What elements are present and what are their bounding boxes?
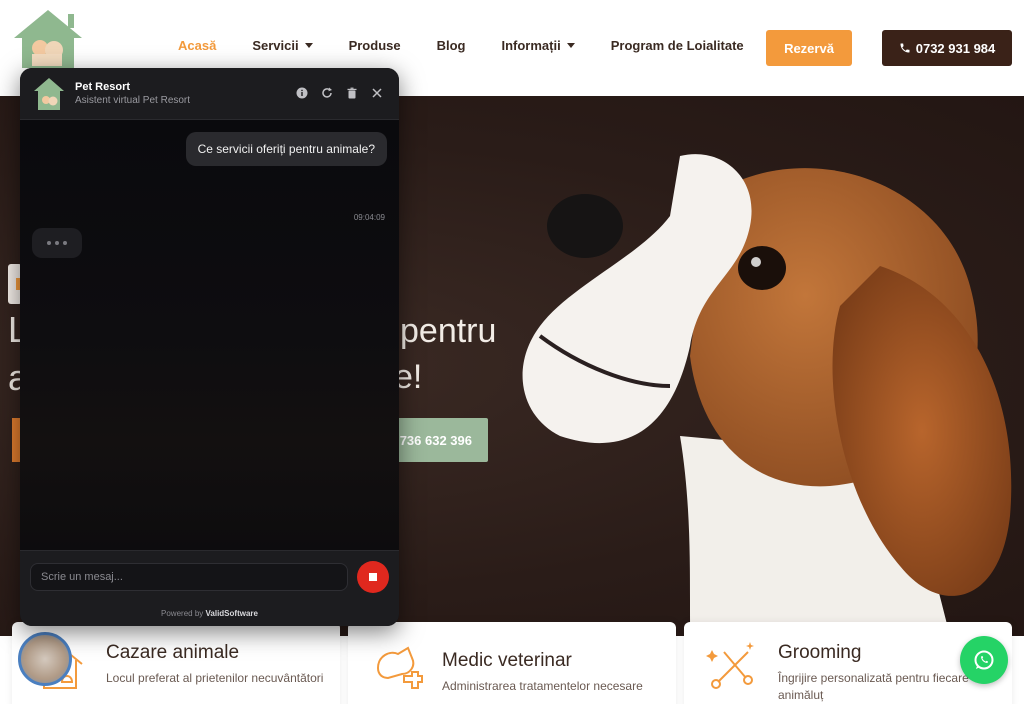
- card-description: Administrarea tratamentelor necesare: [442, 679, 643, 693]
- nav-item-produse[interactable]: Produse: [349, 38, 401, 53]
- pet-resort-logo[interactable]: [10, 8, 86, 70]
- typing-dot: [55, 241, 59, 245]
- stop-button[interactable]: [357, 561, 389, 593]
- phone-icon: [900, 43, 910, 53]
- powered-by: Powered by ValidSoftware: [20, 609, 399, 618]
- info-icon[interactable]: [295, 86, 308, 99]
- nav-item-blog[interactable]: Blog: [437, 38, 466, 53]
- chevron-down-icon: [304, 43, 313, 48]
- chat-message-input[interactable]: [30, 563, 348, 591]
- chat-header: Pet Resort Asistent virtual Pet Resort: [20, 68, 399, 120]
- services-cards: Cazare animale Locul preferat al prieten…: [0, 622, 1024, 704]
- chat-bot-name: Pet Resort: [75, 81, 131, 93]
- chevron-down-icon: [566, 43, 575, 48]
- service-card-medic[interactable]: Medic veterinar Administrarea tratamente…: [348, 622, 676, 704]
- user-message: Ce servicii oferiți pentru animale?: [185, 132, 387, 166]
- card-description: Locul preferat al prietenilor necuvântăt…: [106, 671, 324, 685]
- close-icon[interactable]: [370, 86, 383, 99]
- typing-indicator: [32, 228, 82, 258]
- card-title: Grooming: [778, 642, 862, 663]
- whatsapp-icon: [974, 650, 994, 670]
- main-nav: Acasă Servicii Produse Blog Informații P…: [178, 38, 780, 53]
- typing-dot: [47, 241, 51, 245]
- typing-dot: [63, 241, 67, 245]
- powered-by-brand[interactable]: ValidSoftware: [206, 609, 258, 618]
- nav-item-informatii[interactable]: Informații: [501, 38, 575, 53]
- message-timestamp: 09:04:09: [353, 213, 385, 222]
- powered-by-prefix: Powered by: [161, 609, 204, 618]
- phone-number: 0732 931 984: [915, 40, 996, 56]
- chat-footer: Powered by ValidSoftware: [20, 550, 399, 626]
- chat-header-actions: [295, 86, 383, 99]
- phone-button[interactable]: 0732 931 984: [882, 30, 1012, 66]
- beagle-photo: [522, 154, 1012, 636]
- card-title: Medic veterinar: [442, 650, 572, 671]
- refresh-icon[interactable]: [320, 86, 333, 99]
- chat-messages: Ce servicii oferiți pentru animale? 09:0…: [20, 120, 399, 550]
- chat-bot-subtitle: Asistent virtual Pet Resort: [75, 95, 191, 106]
- stop-icon: [369, 573, 377, 581]
- pet-resort-logo: [34, 78, 64, 110]
- book-button[interactable]: Rezervă: [766, 30, 852, 66]
- chat-launcher-avatar[interactable]: [18, 632, 72, 686]
- nav-item-servicii[interactable]: Servicii: [252, 38, 313, 53]
- grooming-scissors-icon: [706, 642, 754, 689]
- card-title: Cazare animale: [106, 642, 240, 663]
- hero-title-line1-end: pentru: [400, 312, 497, 350]
- chat-widget: Pet Resort Asistent virtual Pet Resort C…: [20, 68, 399, 626]
- whatsapp-button[interactable]: [960, 636, 1008, 684]
- nav-item-loialitate[interactable]: Program de Loialitate: [611, 38, 744, 53]
- nav-item-acasa[interactable]: Acasă: [178, 38, 216, 53]
- trash-icon[interactable]: [345, 86, 358, 99]
- vet-dog-icon: [376, 646, 423, 689]
